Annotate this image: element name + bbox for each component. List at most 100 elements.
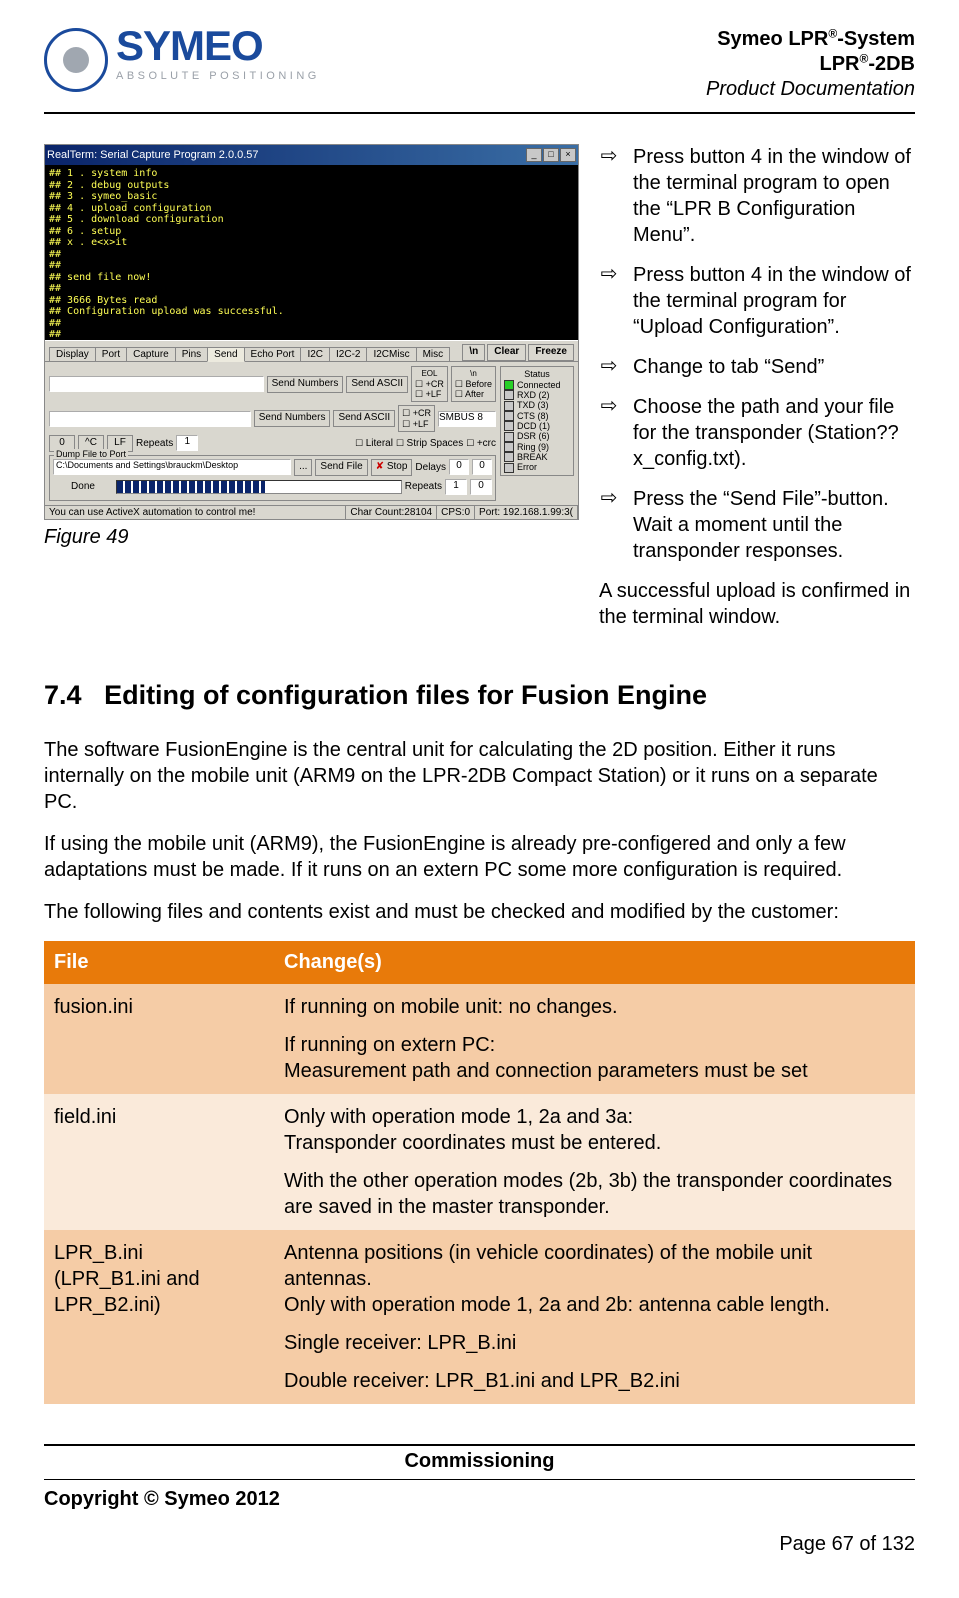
- statusbar-msg: You can use ActiveX automation to contro…: [45, 506, 346, 520]
- body-paragraph: The software FusionEngine is the central…: [44, 737, 915, 815]
- tab-capture[interactable]: Capture: [126, 347, 176, 362]
- section-heading: 7.4 Editing of configuration files for F…: [44, 680, 915, 711]
- delay-input-2[interactable]: 0: [472, 459, 492, 475]
- extra-input[interactable]: 0: [470, 479, 492, 495]
- terminal-screenshot: RealTerm: Serial Capture Program 2.0.0.5…: [44, 144, 579, 520]
- footer-page-number: Page 67 of 132: [44, 1533, 915, 1556]
- n-label: \n: [455, 369, 492, 378]
- send-file-button[interactable]: Send File: [315, 459, 367, 476]
- literal-check[interactable]: Literal: [355, 438, 393, 450]
- status-break: BREAK: [517, 452, 548, 462]
- send-ascii-button-1[interactable]: Send ASCII: [346, 376, 408, 393]
- status-txd: TXD (3): [517, 400, 549, 410]
- send-input-2[interactable]: [49, 411, 251, 427]
- led-icon: [504, 432, 514, 442]
- status-dcd: DCD (1): [517, 421, 550, 431]
- repeats-input[interactable]: 1: [176, 435, 198, 451]
- dump-file-group: Dump File to Port C:\Documents and Setti…: [49, 455, 496, 501]
- section-number: 7.4: [44, 680, 82, 710]
- instruction-text: Press button 4 in the window of the term…: [633, 262, 915, 340]
- statusbar-port: Port: 192.168.1.99:3(: [475, 506, 578, 520]
- send-ascii-button-2[interactable]: Send ASCII: [333, 410, 395, 427]
- freeze-button[interactable]: Freeze: [528, 344, 574, 361]
- led-icon: [504, 380, 514, 390]
- cell-change-p: Single receiver: LPR_B.ini: [284, 1330, 905, 1356]
- status-dsr: DSR (6): [517, 431, 550, 441]
- delay-input-1[interactable]: 0: [449, 459, 469, 475]
- table-row: field.ini Only with operation mode 1, 2a…: [44, 1094, 915, 1230]
- send-numbers-button-2[interactable]: Send Numbers: [254, 410, 331, 427]
- maximize-icon[interactable]: □: [543, 148, 559, 162]
- stop-button[interactable]: ✘ Stop: [371, 459, 413, 476]
- status-cts: CTS (8): [517, 411, 549, 421]
- cell-change-p: Antenna positions (in vehicle coordinate…: [284, 1240, 905, 1318]
- tab-send[interactable]: Send: [207, 347, 244, 363]
- browse-button[interactable]: ...: [294, 459, 312, 476]
- led-icon: [504, 421, 514, 431]
- tab-misc[interactable]: Misc: [416, 347, 451, 362]
- section-title: Editing of configuration files for Fusio…: [104, 680, 707, 710]
- eol-lf-2[interactable]: +LF: [402, 419, 431, 429]
- arrow-right-icon: ⇨: [599, 354, 619, 378]
- terminal-output: ## 1 . system info ## 2 . debug outputs …: [45, 165, 578, 340]
- led-icon: [504, 463, 514, 473]
- newline-button[interactable]: \n: [462, 344, 485, 361]
- footer-section: Commissioning: [44, 1444, 915, 1473]
- cell-change-p: Only with operation mode 1, 2a and 3a: T…: [284, 1104, 905, 1156]
- doc-title-line1b: -System: [837, 28, 915, 50]
- status-rxd: RXD (2): [517, 390, 550, 400]
- n-after[interactable]: After: [455, 389, 492, 399]
- repeats-label: Repeats: [136, 438, 173, 450]
- cell-file: field.ini: [44, 1094, 274, 1230]
- doc-title-line2b: -2DB: [868, 53, 915, 75]
- cell-change: Only with operation mode 1, 2a and 3a: T…: [274, 1094, 915, 1230]
- send-numbers-button-1[interactable]: Send Numbers: [267, 376, 344, 393]
- tab-pins[interactable]: Pins: [175, 347, 208, 362]
- logo: SYMEO ABSOLUTE POSITIONING: [44, 26, 320, 92]
- dump-path-input[interactable]: C:\Documents and Settings\brauckm\Deskto…: [53, 459, 291, 475]
- arrow-right-icon: ⇨: [599, 262, 619, 286]
- crc-check[interactable]: +crc: [466, 438, 496, 450]
- tab-echoport[interactable]: Echo Port: [244, 347, 302, 362]
- close-icon[interactable]: ×: [560, 148, 576, 162]
- body-paragraph: The following files and contents exist a…: [44, 899, 915, 925]
- instruction-text: Press button 4 in the window of the term…: [633, 144, 915, 248]
- tab-port[interactable]: Port: [95, 347, 127, 362]
- doc-title-line1a: Symeo LPR: [717, 28, 828, 50]
- window-titlebar: RealTerm: Serial Capture Program 2.0.0.5…: [45, 145, 578, 165]
- status-label: Status: [504, 369, 570, 379]
- minimize-icon[interactable]: _: [526, 148, 542, 162]
- doc-title-line2a: LPR: [819, 53, 859, 75]
- arrow-right-icon: ⇨: [599, 144, 619, 168]
- status-ring: Ring (9): [517, 442, 549, 452]
- send-input-1[interactable]: [49, 376, 264, 392]
- smbus-select[interactable]: SMBUS 8: [438, 411, 496, 427]
- n-before[interactable]: Before: [455, 379, 492, 389]
- cell-change-p: If running on extern PC: Measurement pat…: [284, 1032, 905, 1084]
- tab-display[interactable]: Display: [49, 347, 96, 362]
- tab-i2cmisc[interactable]: I2CMisc: [366, 347, 416, 362]
- config-files-table: File Change(s) fusion.ini If running on …: [44, 941, 915, 1404]
- status-bar: You can use ActiveX automation to contro…: [45, 505, 578, 520]
- status-error: Error: [517, 462, 537, 472]
- cell-file: fusion.ini: [44, 984, 274, 1094]
- eol-lf-1[interactable]: +LF: [415, 389, 444, 399]
- tab-i2c2[interactable]: I2C-2: [329, 347, 367, 362]
- note-text: A successful upload is confirmed in the …: [599, 578, 915, 630]
- strip-check[interactable]: Strip Spaces: [396, 438, 463, 450]
- doc-title-line3: Product Documentation: [706, 77, 915, 102]
- cell-change: Antenna positions (in vehicle coordinate…: [274, 1230, 915, 1404]
- instruction-text: Choose the path and your file for the tr…: [633, 394, 915, 472]
- logo-wordmark: SYMEO: [116, 26, 320, 66]
- led-icon: [504, 452, 514, 462]
- eol-group: EOL +CR +LF: [411, 366, 448, 402]
- repeats2-input[interactable]: 1: [445, 479, 467, 495]
- arrow-right-icon: ⇨: [599, 486, 619, 510]
- cell-file: LPR_B.ini (LPR_B1.ini and LPR_B2.ini): [44, 1230, 274, 1404]
- clear-button[interactable]: Clear: [487, 344, 526, 361]
- eol-cr-2[interactable]: +CR: [402, 408, 431, 418]
- cell-change-p: With the other operation modes (2b, 3b) …: [284, 1168, 905, 1220]
- tab-i2c[interactable]: I2C: [300, 347, 330, 362]
- statusbar-cps: CPS:0: [437, 506, 475, 520]
- eol-cr-1[interactable]: +CR: [415, 379, 444, 389]
